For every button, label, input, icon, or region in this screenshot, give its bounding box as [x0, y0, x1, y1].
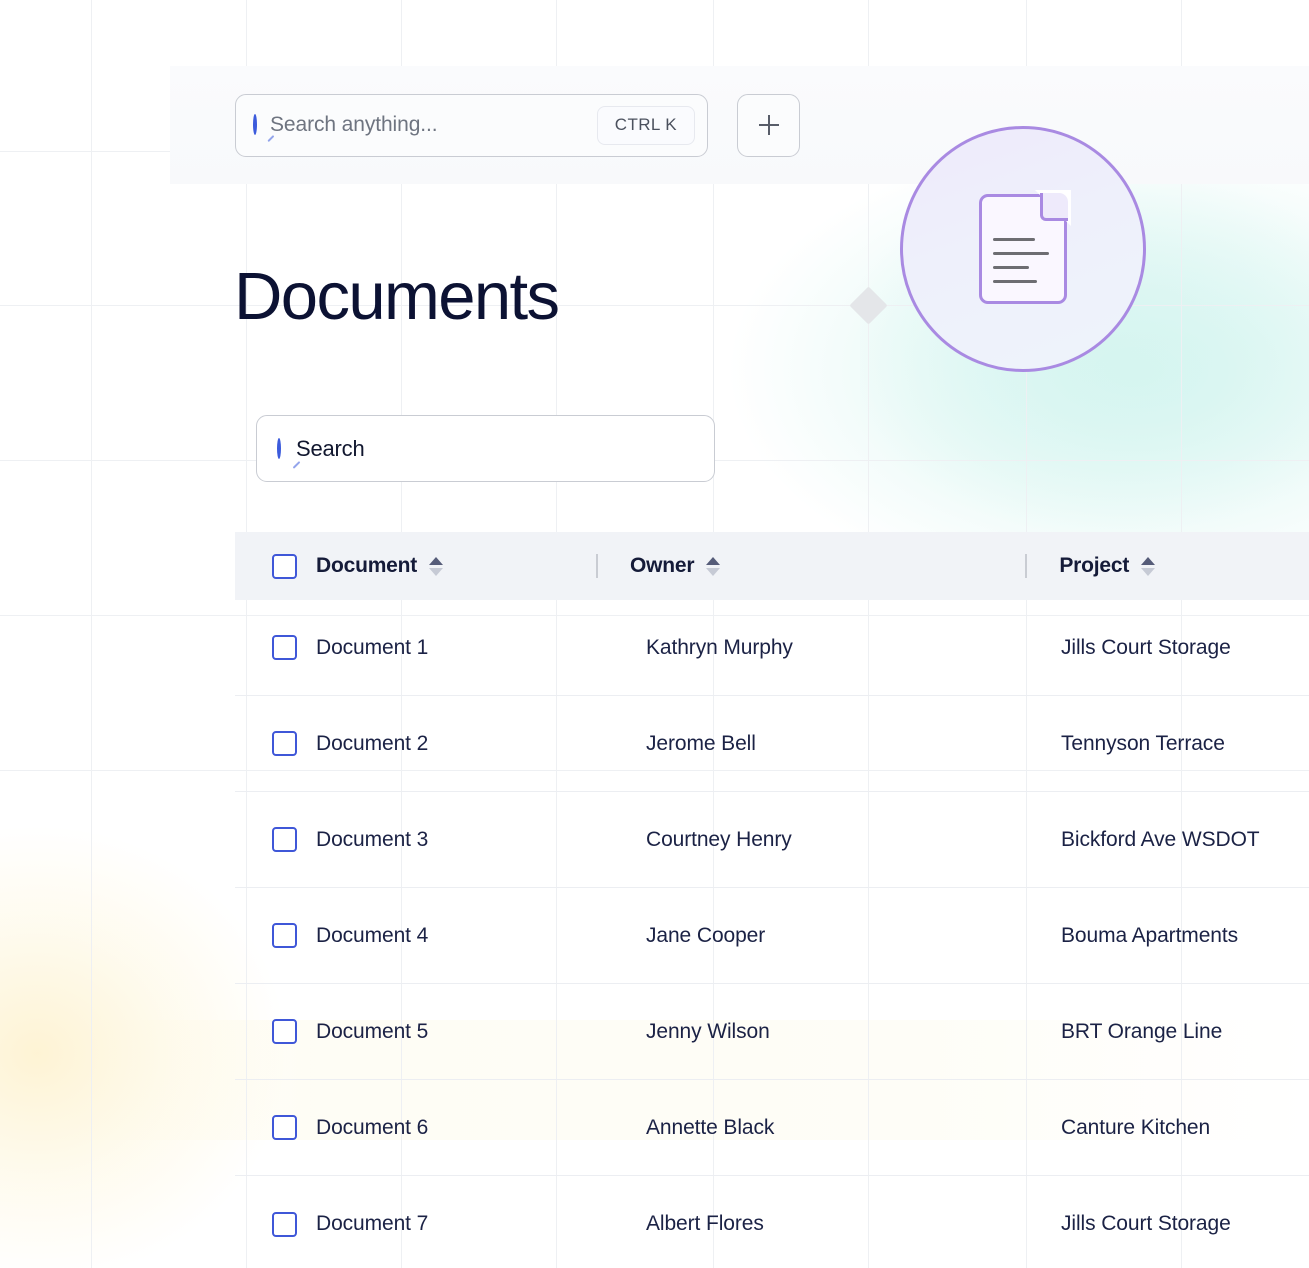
sort-toggle-owner[interactable]: [706, 556, 721, 576]
row-checkbox[interactable]: [272, 1019, 297, 1044]
cell-owner: Jerome Bell: [646, 731, 756, 755]
cell-document: Document 4: [272, 923, 612, 948]
row-checkbox[interactable]: [272, 1115, 297, 1140]
search-icon: [277, 437, 301, 469]
documents-table: Document Owner Project Document 1 Kathry…: [235, 532, 1309, 1268]
sort-toggle-project[interactable]: [1141, 556, 1156, 576]
cell-project: Jills Court Storage: [1061, 635, 1231, 659]
table-row[interactable]: Document 2 Jerome Bell Tennyson Terrace: [235, 696, 1309, 792]
table-row[interactable]: Document 1 Kathryn Murphy Jills Court Stor…: [235, 600, 1309, 696]
table-row[interactable]: Document 4 Jane Cooper Bouma Apartments: [235, 888, 1309, 984]
sort-descending-icon: [706, 567, 721, 576]
hero-document-badge: [900, 126, 1146, 372]
row-checkbox[interactable]: [272, 635, 297, 660]
sort-ascending-icon: [429, 556, 444, 565]
search-input[interactable]: Search: [256, 415, 715, 482]
cell-document-label: Document 4: [316, 923, 429, 947]
cell-document-label: Document 7: [316, 1212, 429, 1235]
cell-document: Document 7: [272, 1211, 612, 1237]
select-all-checkbox[interactable]: [272, 553, 297, 579]
cell-project: Tennyson Terrace: [1061, 731, 1225, 755]
column-header-label: Owner: [629, 554, 695, 577]
cell-owner: Annette Black: [646, 1115, 775, 1139]
cell-owner: Courtney Henry: [646, 827, 792, 851]
search-icon: [253, 114, 275, 143]
cell-document-label: Document 2: [316, 731, 429, 755]
sort-ascending-icon: [1141, 556, 1156, 565]
row-checkbox[interactable]: [272, 923, 297, 948]
cell-owner: Jenny Wilson: [646, 1019, 770, 1043]
column-header-label: Project: [1059, 554, 1130, 577]
column-header-owner[interactable]: Owner: [630, 554, 1025, 578]
column-header-label: Document: [316, 554, 418, 577]
cell-document-label: Document 6: [316, 1115, 429, 1139]
sort-descending-icon: [1141, 567, 1156, 576]
table-body: Document 1 Kathryn Murphy Jills Court Stor…: [235, 600, 1309, 1268]
global-search-input[interactable]: Search anything... CTRL K: [235, 93, 708, 157]
row-checkbox[interactable]: [272, 731, 297, 756]
cell-document-label: Document 3: [316, 827, 429, 851]
top-command-bar: Search anything... CTRL K: [170, 66, 1309, 184]
row-checkbox[interactable]: [272, 1211, 297, 1237]
table-row[interactable]: Document 6 Annette Black Canture Kitchen: [235, 1080, 1309, 1176]
column-divider: [595, 554, 598, 578]
table-header-row: Document Owner Project: [235, 532, 1309, 600]
table-row[interactable]: Document 5 Jenny Wilson BRT Orange Line: [235, 984, 1309, 1080]
document-icon: [979, 190, 1071, 304]
cell-project: Jills Court Storage: [1061, 1212, 1231, 1235]
plus-icon: [758, 115, 779, 135]
grid-line-vertical: [91, 0, 92, 1268]
cell-project: BRT Orange Line: [1061, 1019, 1223, 1043]
keyboard-shortcut-badge: CTRL K: [596, 105, 695, 145]
cell-document: Document 5: [272, 1019, 612, 1044]
column-divider: [1025, 554, 1028, 578]
cell-owner: Kathryn Murphy: [646, 635, 793, 659]
cell-document: Document 1: [272, 635, 612, 660]
search-input-value: Search: [296, 435, 365, 461]
sort-toggle-document[interactable]: [429, 556, 444, 576]
sort-descending-icon: [429, 567, 444, 576]
cell-owner: Jane Cooper: [646, 923, 766, 947]
sort-ascending-icon: [706, 556, 721, 565]
cell-document: Document 3: [272, 827, 612, 852]
cell-project: Bouma Apartments: [1061, 923, 1238, 947]
cell-project: Bickford Ave WSDOT: [1061, 827, 1260, 851]
page-title: Documents: [234, 259, 560, 334]
table-row[interactable]: Document 3 Courtney Henry Bickford Ave WSD…: [235, 792, 1309, 888]
table-row[interactable]: Document 7 Albert Flores Jills Court Stora…: [235, 1176, 1309, 1268]
cell-document: Document 6: [272, 1115, 612, 1140]
global-search-placeholder: Search anything...: [270, 113, 438, 136]
app-screen: Search anything... CTRL K Documents Sear…: [0, 0, 1309, 1268]
column-header-project[interactable]: Project: [1059, 554, 1309, 578]
cell-project: Canture Kitchen: [1061, 1115, 1211, 1139]
column-header-document[interactable]: Document: [272, 553, 596, 579]
add-button[interactable]: [737, 93, 800, 157]
cell-document-label: Document 5: [316, 1019, 429, 1043]
cell-owner: Albert Flores: [646, 1212, 764, 1235]
cell-document: Document 2: [272, 731, 612, 756]
cell-document-label: Document 1: [316, 635, 429, 659]
diamond-marker: [849, 286, 888, 325]
row-checkbox[interactable]: [272, 827, 297, 852]
